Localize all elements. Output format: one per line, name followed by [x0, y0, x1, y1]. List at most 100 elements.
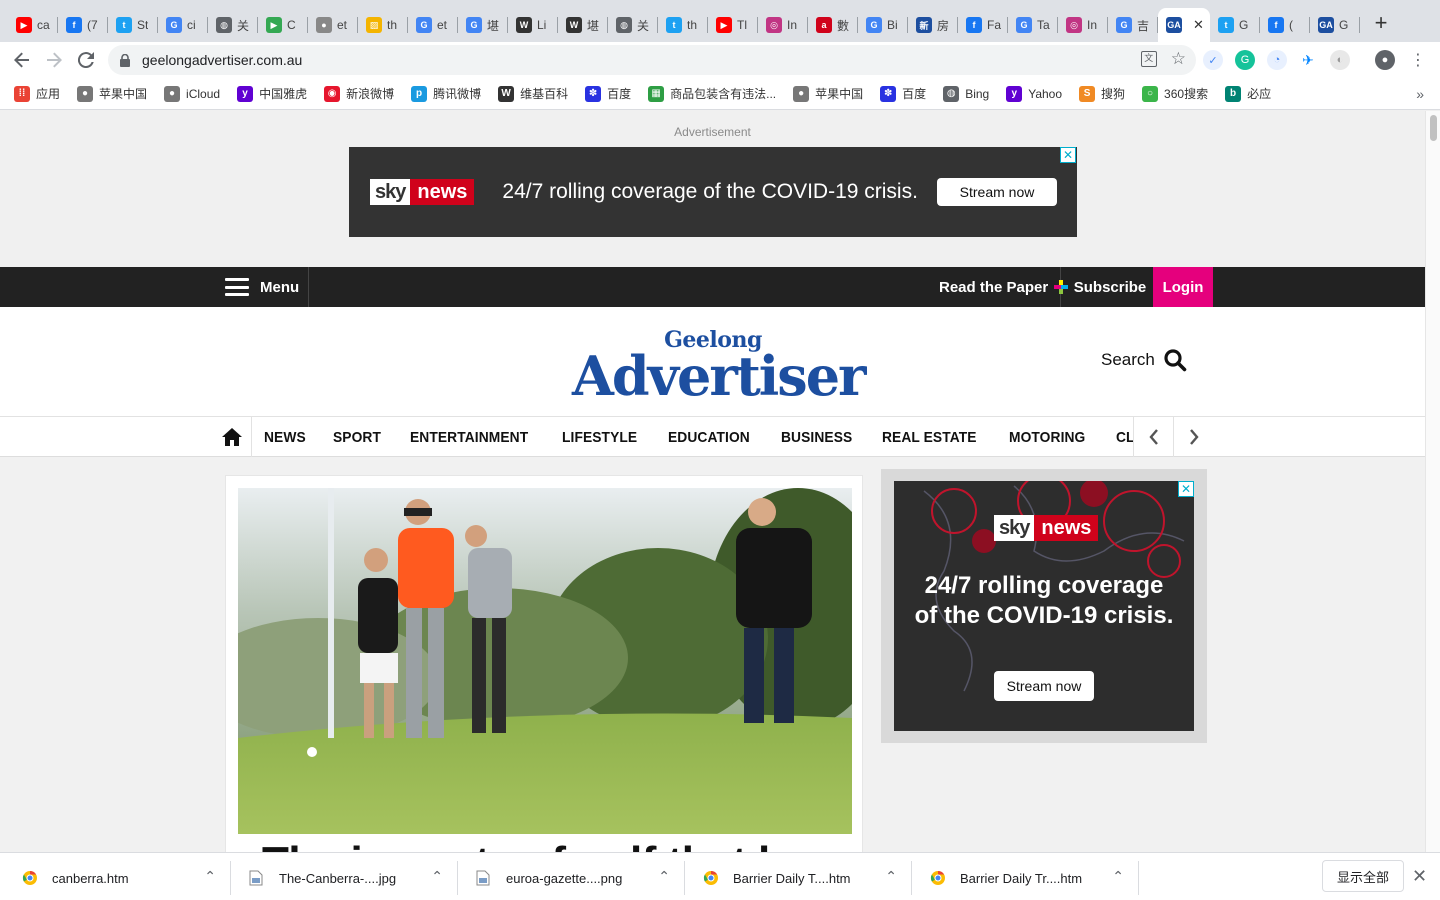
close-shelf-icon[interactable]: ✕ — [1412, 866, 1427, 887]
home-button[interactable] — [212, 417, 252, 457]
download-item[interactable]: canberra.htm ⌃ — [4, 861, 231, 895]
section-link-news[interactable]: NEWS — [264, 429, 306, 446]
bookmark-item[interactable]: y 中国雅虎 — [237, 85, 307, 102]
bookmark-item[interactable]: ● 苹果中国 — [793, 85, 863, 102]
download-item[interactable]: Barrier Daily T....htm ⌃ — [685, 861, 912, 895]
menu-button[interactable]: Menu — [212, 267, 309, 307]
browser-tab[interactable]: t th — [658, 8, 708, 42]
browser-tab[interactable]: W Li — [508, 8, 558, 42]
download-item[interactable]: The-Canberra-....jpg ⌃ — [231, 861, 458, 895]
browser-tab[interactable]: ● et — [308, 8, 358, 42]
bookmark-item[interactable]: ○ 360搜索 — [1142, 85, 1208, 102]
profile-avatar-icon[interactable]: ● — [1375, 50, 1395, 70]
show-all-downloads-button[interactable]: 显示全部 — [1322, 860, 1404, 892]
browser-tab[interactable]: G堪 — [458, 8, 508, 42]
forward-button[interactable] — [38, 44, 70, 76]
section-link-lifestyle[interactable]: LIFESTYLE — [562, 429, 637, 446]
sky-news-side-ad[interactable]: sky news 24/7 rolling coverage of the CO… — [894, 481, 1194, 731]
browser-tab[interactable]: ▶ Tl — [708, 8, 758, 42]
bookmark-item[interactable]: ● 苹果中国 — [77, 85, 147, 102]
bookmark-item[interactable]: ✽ 百度 — [880, 85, 926, 102]
chevron-up-icon[interactable]: ⌃ — [431, 868, 443, 885]
side-stream-now-button[interactable]: Stream now — [994, 671, 1094, 701]
extension-icon[interactable]: ✓ — [1203, 50, 1223, 70]
browser-tab[interactable]: Gci — [158, 8, 208, 42]
search-extension-icon[interactable]: ◔ — [1267, 50, 1287, 70]
bookmarks-overflow-icon[interactable]: » — [1416, 86, 1424, 102]
bookmark-item[interactable]: ● iCloud — [164, 85, 220, 102]
browser-tab[interactable]: G Bi — [858, 8, 908, 42]
browser-tab[interactable]: ▨ th — [358, 8, 408, 42]
bookmark-item[interactable]: p 腾讯微博 — [411, 85, 481, 102]
browser-tab[interactable]: ▶ C — [258, 8, 308, 42]
browser-tab[interactable]: ◎ In — [1058, 8, 1108, 42]
bookmark-item[interactable]: y Yahoo — [1006, 85, 1062, 102]
browser-tab[interactable]: ▶ ca — [8, 8, 58, 42]
chevron-up-icon[interactable]: ⌃ — [1112, 868, 1124, 885]
section-link-classifieds[interactable]: CLASSIFIEDS — [1116, 429, 1133, 446]
bookmark-item[interactable]: ◉ 新浪微博 — [324, 85, 394, 102]
messenger-icon[interactable]: ✈ — [1298, 50, 1318, 70]
translate-icon[interactable]: 文 — [1140, 51, 1157, 67]
browser-tab[interactable]: t St — [108, 8, 158, 42]
side-ad-close-icon[interactable]: ✕ — [1178, 481, 1194, 497]
browser-tab[interactable]: f (7 — [58, 8, 108, 42]
chevron-up-icon[interactable]: ⌃ — [658, 868, 670, 885]
browser-tab[interactable]: G Ta — [1008, 8, 1058, 42]
more-menu-icon[interactable]: ⋮ — [1408, 50, 1428, 70]
address-bar[interactable]: geelongadvertiser.com.au 文 ☆ — [108, 45, 1196, 75]
lead-article-card[interactable]: The impacts of golf that have — [225, 475, 863, 852]
bookmark-item[interactable]: b 必应 — [1225, 85, 1271, 102]
nav-scroll-left-button[interactable] — [1133, 417, 1173, 457]
read-the-paper-link[interactable]: Read the Paper — [928, 267, 1062, 307]
browser-tab[interactable]: a數 — [808, 8, 858, 42]
browser-tab[interactable]: ◍ 关 — [608, 8, 658, 42]
bookmark-item[interactable]: ✽ 百度 — [585, 85, 631, 102]
browser-tab[interactable]: W堪 — [558, 8, 608, 42]
search-button[interactable]: Search — [1101, 348, 1187, 372]
tab-close-icon[interactable]: ✕ — [1193, 17, 1204, 33]
section-link-entertainment[interactable]: ENTERTAINMENT — [410, 429, 528, 446]
page-scrollbar[interactable] — [1425, 111, 1440, 852]
browser-tab[interactable]: GA G — [1310, 8, 1360, 42]
browser-tab[interactable]: 新房 — [908, 8, 958, 42]
bookmark-item[interactable]: ⁞⁞ 应用 — [14, 85, 60, 102]
bookmark-item[interactable]: ◍ Bing — [943, 85, 989, 102]
stream-now-button[interactable]: Stream now — [937, 178, 1057, 206]
bookmark-item[interactable]: ▦ 商品包装含有违法... — [648, 85, 776, 102]
nav-scroll-right-button[interactable] — [1173, 417, 1213, 457]
browser-tab[interactable]: tG — [1210, 8, 1260, 42]
section-link-business[interactable]: BUSINESS — [781, 429, 852, 446]
download-item[interactable]: Barrier Daily Tr....htm ⌃ — [912, 861, 1139, 895]
download-item[interactable]: euroa-gazette....png ⌃ — [458, 861, 685, 895]
chevron-up-icon[interactable]: ⌃ — [885, 868, 897, 885]
extension-gray-icon[interactable]: ◐ — [1330, 50, 1350, 70]
sky-news-banner-ad[interactable]: sky news 24/7 rolling coverage of the CO… — [349, 147, 1077, 237]
section-link-sport[interactable]: SPORT — [333, 429, 381, 446]
bookmark-item[interactable]: W 维基百科 — [498, 85, 568, 102]
grammarly-icon[interactable]: G — [1235, 50, 1255, 70]
login-button[interactable]: Login — [1153, 267, 1213, 307]
article-headline[interactable]: The impacts of golf that have — [262, 838, 857, 852]
article-photo[interactable] — [238, 488, 852, 834]
chevron-up-icon[interactable]: ⌃ — [204, 868, 216, 885]
section-link-education[interactable]: EDUCATION — [668, 429, 750, 446]
browser-tab[interactable]: ◍ 关 — [208, 8, 258, 42]
back-button[interactable] — [6, 44, 38, 76]
section-link-motoring[interactable]: MOTORING — [1009, 429, 1085, 446]
geelong-advertiser-logo[interactable]: Geelong Advertiser — [572, 329, 867, 403]
reload-button[interactable] — [70, 44, 102, 76]
subscribe-link[interactable]: Subscribe — [1047, 267, 1153, 307]
new-tab-plus-icon[interactable]: + — [1366, 8, 1396, 38]
tab-active[interactable]: GA ✕ — [1158, 8, 1210, 42]
browser-tab[interactable]: ◎ In — [758, 8, 808, 42]
browser-tab[interactable]: G吉 — [1108, 8, 1158, 42]
scrollbar-thumb[interactable] — [1430, 115, 1437, 141]
bookmark-star-icon[interactable]: ☆ — [1171, 50, 1186, 67]
ad-close-icon[interactable]: ✕ — [1060, 147, 1076, 163]
section-link-real-estate[interactable]: REAL ESTATE — [882, 429, 977, 446]
browser-tab[interactable]: f( — [1260, 8, 1310, 42]
browser-tab[interactable]: Get — [408, 8, 458, 42]
bookmark-item[interactable]: S 搜狗 — [1079, 85, 1125, 102]
browser-tab[interactable]: f Fa — [958, 8, 1008, 42]
